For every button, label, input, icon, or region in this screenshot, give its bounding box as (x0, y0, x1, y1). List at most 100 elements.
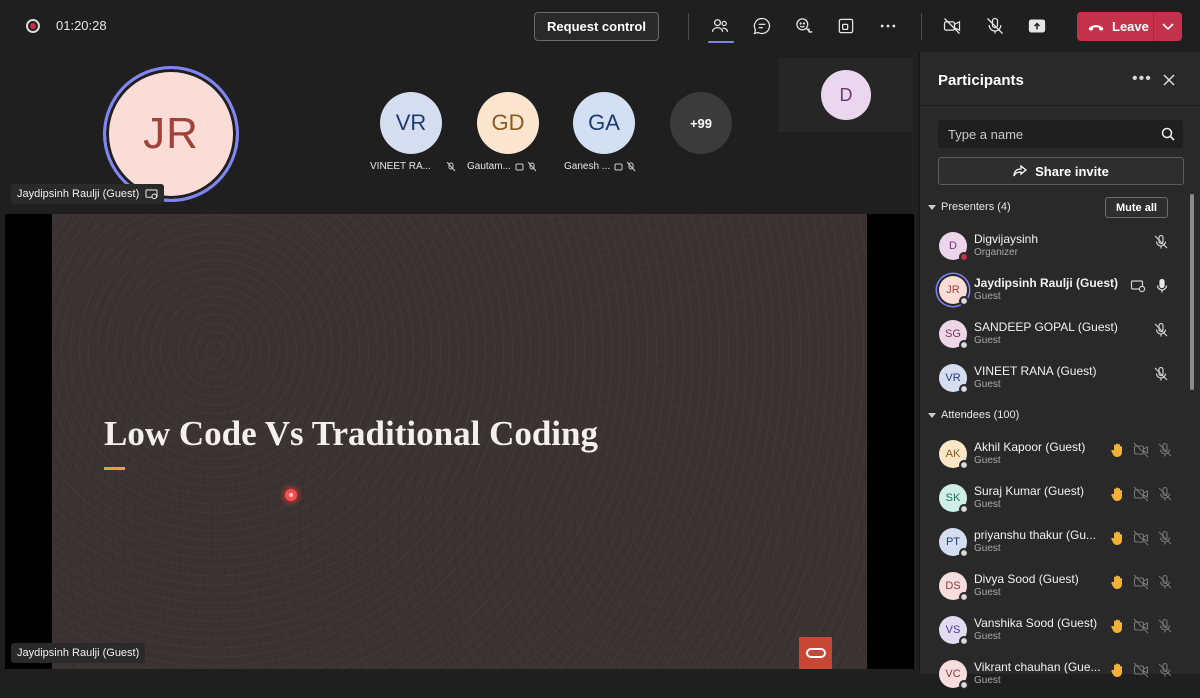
participant-row[interactable]: VR VINEET RANA (Guest) Guest (920, 358, 1190, 402)
phone-hangup-icon (1088, 24, 1104, 31)
share-icon (1013, 165, 1028, 177)
leave-options-chevron-icon[interactable] (1154, 12, 1182, 41)
shared-screen: Low Code Vs Traditional Coding (5, 214, 914, 669)
participant-status-icons (1153, 322, 1169, 343)
presence-status-icon (959, 340, 969, 350)
participant-name: Jaydipsinh Raulji (Guest) (974, 276, 1119, 290)
leave-button[interactable]: Leave (1077, 12, 1182, 41)
share-screen-icon[interactable] (1025, 14, 1049, 38)
participant-role: Guest (974, 587, 1001, 598)
view-switcher-icon[interactable] (834, 14, 858, 38)
close-icon[interactable] (1161, 72, 1177, 88)
participant-name: Akhil Kapoor (Guest) (974, 440, 1086, 454)
participant-initials: AK (945, 448, 961, 460)
search-icon (1161, 127, 1175, 141)
attendees-label: Attendees (100) (941, 409, 1020, 421)
participant-initials: VS (945, 624, 961, 636)
participant-status-icons (1109, 618, 1173, 639)
mic-off-icon (1157, 574, 1173, 595)
camera-mic-off-icon (614, 161, 636, 171)
leave-main[interactable]: Leave (1077, 12, 1153, 41)
meeting-toolbar: 01:20:28 Request control Leave (0, 0, 1200, 52)
presence-status-icon (959, 252, 969, 262)
collapse-chevron-icon (928, 204, 936, 210)
camera-off-icon (1133, 574, 1149, 595)
participant-row[interactable]: DS Divya Sood (Guest) Guest (920, 566, 1190, 610)
recording-icon (26, 19, 40, 33)
participant-row[interactable]: JR Jaydipsinh Raulji (Guest) Guest (920, 270, 1190, 314)
participant-status-icons (1153, 366, 1169, 387)
camera-off-icon[interactable] (940, 14, 964, 38)
participant-name: VINEET RANA (Guest) (974, 364, 1097, 378)
gallery-name-text: Gautam... (467, 161, 511, 172)
participant-initials: PT (945, 536, 961, 548)
participant-status-icons (1109, 486, 1173, 507)
self-avatar: D (821, 70, 871, 120)
participant-name: Suraj Kumar (Guest) (974, 484, 1085, 498)
mic-on-icon (1154, 278, 1170, 299)
participant-role: Guest (974, 675, 1001, 686)
mic-off-icon[interactable] (983, 14, 1007, 38)
camera-off-icon (1133, 530, 1149, 551)
presence-status-icon (959, 592, 969, 602)
presence-status-icon (959, 548, 969, 558)
participant-row[interactable]: SK Suraj Kumar (Guest) Guest (920, 478, 1190, 522)
self-video-tile[interactable]: D (778, 58, 912, 132)
gallery-name-text: VINEET RA... (370, 161, 431, 172)
participant-row[interactable]: AK Akhil Kapoor (Guest) Guest (920, 434, 1190, 478)
participant-row[interactable]: PT priyanshu thakur (Gu... Guest (920, 522, 1190, 566)
participant-avatar: JR (939, 276, 969, 306)
participant-row[interactable]: D Digvijaysinh Organizer (920, 226, 1190, 270)
participant-avatar: AK (939, 440, 969, 470)
spotlight-name: Jaydipsinh Raulji (Guest) (17, 188, 140, 200)
participant-initials: VR (945, 372, 961, 384)
participant-status-icons (1109, 574, 1173, 595)
gallery-initials: GD (491, 110, 525, 135)
meeting-timer: 01:20:28 (56, 18, 107, 33)
panel-more-options-icon[interactable]: ••• (1132, 70, 1152, 88)
mic-off-icon (1157, 618, 1173, 639)
request-control-button[interactable]: Request control (534, 12, 659, 41)
presence-status-icon (959, 296, 969, 306)
panel-title: Participants (938, 72, 1024, 89)
presence-status-icon (959, 636, 969, 646)
participant-status-icons (1153, 234, 1169, 255)
active-tab-indicator (708, 41, 734, 43)
presence-status-icon (959, 504, 969, 514)
overflow-participants-button[interactable]: +99 (670, 92, 732, 154)
participant-avatar: VS (939, 616, 969, 646)
presentation-slide: Low Code Vs Traditional Coding (52, 214, 867, 669)
reactions-icon[interactable] (792, 14, 816, 38)
gallery-avatar[interactable]: VR (380, 92, 442, 154)
divider (688, 13, 689, 40)
raised-hand-icon (1109, 442, 1125, 463)
panel-scrollbar[interactable] (1190, 194, 1194, 390)
chat-icon[interactable] (750, 14, 774, 38)
attendees-section-toggle[interactable]: Attendees (100) (928, 409, 1019, 421)
mic-off-icon (1157, 442, 1173, 463)
participant-avatar: VC (939, 660, 969, 690)
mic-off-icon (1153, 366, 1169, 387)
participant-search[interactable] (938, 120, 1183, 148)
gallery-avatar[interactable]: GA (573, 92, 635, 154)
mic-off-icon (1157, 486, 1173, 507)
search-input[interactable] (948, 126, 1161, 142)
participant-role: Guest (974, 291, 1001, 302)
gallery-avatar[interactable]: GD (477, 92, 539, 154)
spotlight-avatar[interactable]: JR (103, 66, 239, 202)
participant-role: Guest (974, 379, 1001, 390)
more-options-icon[interactable] (876, 14, 900, 38)
presenter-name-tag: Jaydipsinh Raulji (Guest) (11, 643, 146, 663)
share-invite-button[interactable]: Share invite (938, 157, 1184, 185)
participant-status-icons (1109, 662, 1173, 683)
gallery-initials: VR (395, 110, 427, 135)
participant-avatar: SK (939, 484, 969, 514)
mute-all-button[interactable]: Mute all (1105, 197, 1168, 218)
participant-row[interactable]: VC Vikrant chauhan (Gue... Guest (920, 654, 1190, 698)
participant-row[interactable]: SG SANDEEP GOPAL (Guest) Guest (920, 314, 1190, 358)
presenters-section-toggle[interactable]: Presenters (4) (928, 201, 1011, 213)
participants-icon[interactable] (708, 14, 732, 38)
participant-row[interactable]: VS Vanshika Sood (Guest) Guest (920, 610, 1190, 654)
participant-status-icons (1109, 442, 1173, 463)
participant-role: Guest (974, 499, 1001, 510)
